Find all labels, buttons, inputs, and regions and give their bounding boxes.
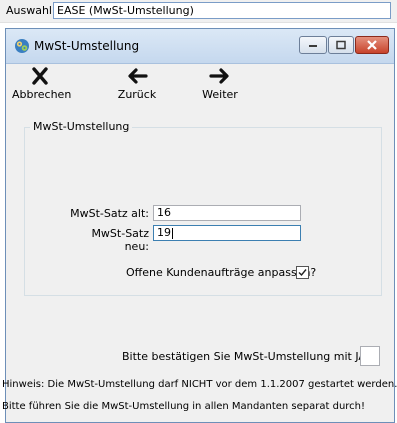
maximize-icon [336,40,346,50]
back-button[interactable]: Zurück [113,66,161,108]
hint-line-2: Bitte führen Sie die MwSt-Umstellung in … [2,401,366,412]
selection-label: Auswahl [6,4,52,17]
content-panel: MwSt-Umstellung MwSt-Satz alt: 16 MwSt-S… [8,113,391,421]
checkmark-icon [298,269,307,277]
selection-bar: Auswahl EASE (MwSt-Umstellung) [0,0,397,23]
new-rate-input[interactable]: 19 [153,225,301,241]
back-label: Zurück [117,88,157,101]
minimize-icon [309,45,317,47]
new-rate-label: MwSt-Satz neu: [91,227,149,253]
rate-groupbox: MwSt-Umstellung MwSt-Satz alt: 16 MwSt-S… [24,120,382,296]
new-rate-value: 19 [157,226,171,239]
next-label: Weiter [202,88,238,101]
old-rate-input[interactable]: 16 [153,205,301,221]
confirm-input[interactable] [360,346,380,366]
minimize-button[interactable] [299,36,327,54]
text-caret [172,227,173,239]
cancel-button[interactable]: Abbrechen [12,66,72,108]
close-icon [367,40,377,50]
confirm-label: Bitte bestätigen Sie MwSt-Umstellung mit… [122,350,370,363]
old-rate-label: MwSt-Satz alt: [70,207,149,220]
arrow-left-icon [128,68,148,84]
next-button[interactable]: Weiter [196,66,244,108]
hint-line-1: Hinweis: Die MwSt-Umstellung darf NICHT … [2,379,397,390]
selection-field[interactable]: EASE (MwSt-Umstellung) [53,2,391,19]
title-bar[interactable]: MwSt-Umstellung [6,29,394,64]
close-button[interactable] [355,36,389,54]
adjust-orders-checkbox[interactable] [296,266,309,279]
old-rate-value: 16 [157,206,171,219]
cancel-label: Abbrechen [12,88,72,101]
app-icon [14,38,30,54]
groupbox-title: MwSt-Umstellung [30,120,133,133]
adjust-orders-label: Offene Kundenaufträge anpassen? [126,266,317,279]
dialog-window: MwSt-Umstellung Abbrechen Zurück Weiter … [5,28,395,423]
toolbar: Abbrechen Zurück Weiter [6,64,394,110]
window-title: MwSt-Umstellung [34,39,140,53]
x-icon [32,67,48,85]
maximize-button[interactable] [328,36,354,54]
arrow-right-icon [209,68,229,84]
